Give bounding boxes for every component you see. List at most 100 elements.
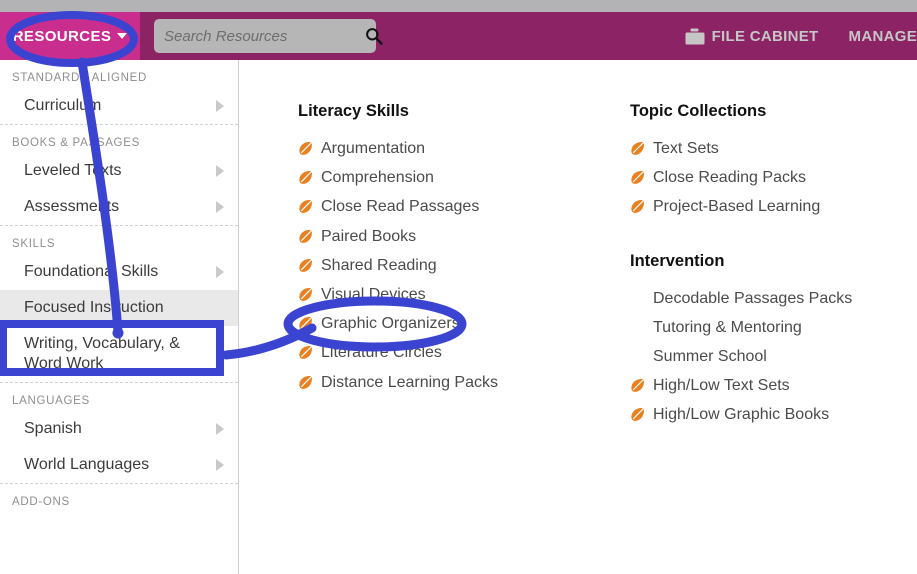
sidebar-group-books-passages: BOOKS & PASSAGES Leveled Texts Assessmen… [0,124,238,225]
sidebar-heading-add-ons: ADD-ONS [12,496,70,508]
menu-item-shared-reading[interactable]: Shared Reading [298,251,585,280]
menu-item-tutoring-mentoring[interactable]: Tutoring & Mentoring [630,313,917,342]
menu-item-label: Distance Learning Packs [321,373,498,391]
sidebar-item-label: Curriculum [24,97,102,114]
menu-item-high-low-graphic-books[interactable]: High/Low Graphic Books [630,400,917,429]
menu-item-label: Close Reading Packs [653,169,806,187]
sidebar-item-world-languages[interactable]: World Languages [0,447,238,483]
chevron-down-icon [117,33,128,39]
file-cabinet-label: FILE CABINET [711,27,819,45]
resources-nav-tab[interactable]: RESOURCES [0,12,140,60]
sidebar-item-label: Focused Instruction [24,299,164,316]
menu-item-comprehension[interactable]: Comprehension [298,163,585,192]
menu-item-label: Shared Reading [321,256,437,274]
leaf-icon [298,229,313,244]
menu-item-label: Close Read Passages [321,198,480,216]
leaf-icon [298,141,313,156]
sidebar-item-writing-vocabulary-word-work[interactable]: Writing, Vocabulary, & Word Work [0,326,238,382]
chevron-right-icon [216,423,224,435]
leaf-icon [298,170,313,185]
search-input[interactable] [164,27,365,45]
leaf-icon [298,375,313,390]
sidebar-heading-books-passages: BOOKS & PASSAGES [12,137,140,149]
menu-section-title-literacy-skills: Literacy Skills [298,102,409,120]
menu-item-visual-devices[interactable]: Visual Devices [298,280,585,309]
menu-item-close-read-passages[interactable]: Close Read Passages [298,192,585,221]
menu-item-label: Tutoring & Mentoring [653,318,802,336]
menu-item-graphic-organizers[interactable]: Graphic Organizers [298,309,585,338]
menu-column-topic-collections: Topic Collections Text Sets Close Readin… [630,102,917,574]
leaf-icon [298,345,313,360]
sidebar-item-label: Foundational Skills [24,263,159,280]
sidebar-group-languages: LANGUAGES Spanish World Languages [0,382,238,483]
top-header-bar: RESOURCES FILE CABINET [0,12,917,60]
menu-item-summer-school[interactable]: Summer School [630,342,917,371]
leaf-icon [630,141,645,156]
menu-item-label: Summer School [653,347,767,365]
menu-item-literature-circles[interactable]: Literature Circles [298,338,585,367]
leaf-icon [298,316,313,331]
menu-item-label: Project-Based Learning [653,198,821,216]
menu-item-project-based-learning[interactable]: Project-Based Learning [630,192,917,221]
menu-section-title-intervention: Intervention [630,251,725,270]
menu-item-paired-books[interactable]: Paired Books [298,222,585,251]
app-root: RESOURCES FILE CABINET [0,0,917,574]
menu-item-label: Literature Circles [321,344,442,362]
menu-item-label: High/Low Graphic Books [653,406,830,424]
menu-column-literacy-skills: Literacy Skills Argumentation Comprehens… [298,102,585,574]
menu-item-label: Paired Books [321,227,417,245]
browser-chrome-strip [0,0,917,12]
menu-item-argumentation[interactable]: Argumentation [298,134,585,163]
menu-item-close-reading-packs[interactable]: Close Reading Packs [630,163,917,192]
sidebar-heading-languages: LANGUAGES [12,395,90,407]
leaf-icon [630,170,645,185]
menu-item-decodable-passages-packs[interactable]: Decodable Passages Packs [630,284,917,313]
sidebar-item-focused-instruction[interactable]: Focused Instruction [0,290,238,326]
sidebar-item-foundational-skills[interactable]: Foundational Skills [0,254,238,290]
menu-item-text-sets[interactable]: Text Sets [630,134,917,163]
sidebar-group-skills: SKILLS Foundational Skills Focused Instr… [0,225,238,382]
file-cabinet-icon [685,28,705,45]
sidebar-item-assessments[interactable]: Assessments [0,189,238,225]
menu-section-title-topic-collections: Topic Collections [630,102,767,120]
menu-item-distance-learning-packs[interactable]: Distance Learning Packs [298,368,585,397]
leaf-icon [630,407,645,422]
search-icon[interactable] [365,27,383,45]
chevron-right-icon [216,266,224,278]
sidebar-item-label: World Languages [24,456,150,473]
sidebar-item-label: Writing, Vocabulary, & Word Work [24,335,180,372]
sidebar-group-add-ons: ADD-ONS [0,483,238,512]
menu-item-high-low-text-sets[interactable]: High/Low Text Sets [630,371,917,400]
sidebar-item-label: Assessments [24,198,120,215]
leaf-icon [298,199,313,214]
chevron-right-icon [216,348,224,360]
menu-item-label: Text Sets [653,140,719,157]
sidebar-item-leveled-texts[interactable]: Leveled Texts [0,153,238,189]
leaf-icon [630,199,645,214]
chevron-right-icon [216,165,224,177]
file-cabinet-link[interactable]: FILE CABINET [685,28,819,45]
resources-mega-menu: Literacy Skills Argumentation Comprehens… [240,60,917,574]
leaf-icon [630,378,645,393]
chevron-right-icon [216,459,224,471]
menu-item-label: Argumentation [321,140,426,157]
resources-tab-label: RESOURCES [12,27,112,45]
sidebar-item-spanish[interactable]: Spanish [0,411,238,447]
menu-item-label: Decodable Passages Packs [653,289,853,307]
sidebar-heading-skills: SKILLS [12,238,56,250]
manage-link[interactable]: MANAGE [849,28,917,45]
sidebar-item-label: Leveled Texts [24,162,122,179]
leaf-icon [298,287,313,302]
search-box[interactable] [154,19,383,53]
chevron-right-icon [216,100,224,112]
menu-item-label: High/Low Text Sets [653,377,790,395]
menu-item-label: Graphic Organizers [321,315,460,333]
chevron-right-icon [216,201,224,213]
manage-label: MANAGE [848,27,917,45]
resources-tab-label-wrap: RESOURCES [13,28,128,45]
left-sidebar: STANDARDS ALIGNED Curriculum BOOKS & PAS… [0,60,239,574]
sidebar-item-curriculum[interactable]: Curriculum [0,88,238,124]
sidebar-heading-standards-aligned: STANDARDS ALIGNED [12,72,148,84]
leaf-icon [298,258,313,273]
sidebar-item-label: Spanish [24,420,82,437]
